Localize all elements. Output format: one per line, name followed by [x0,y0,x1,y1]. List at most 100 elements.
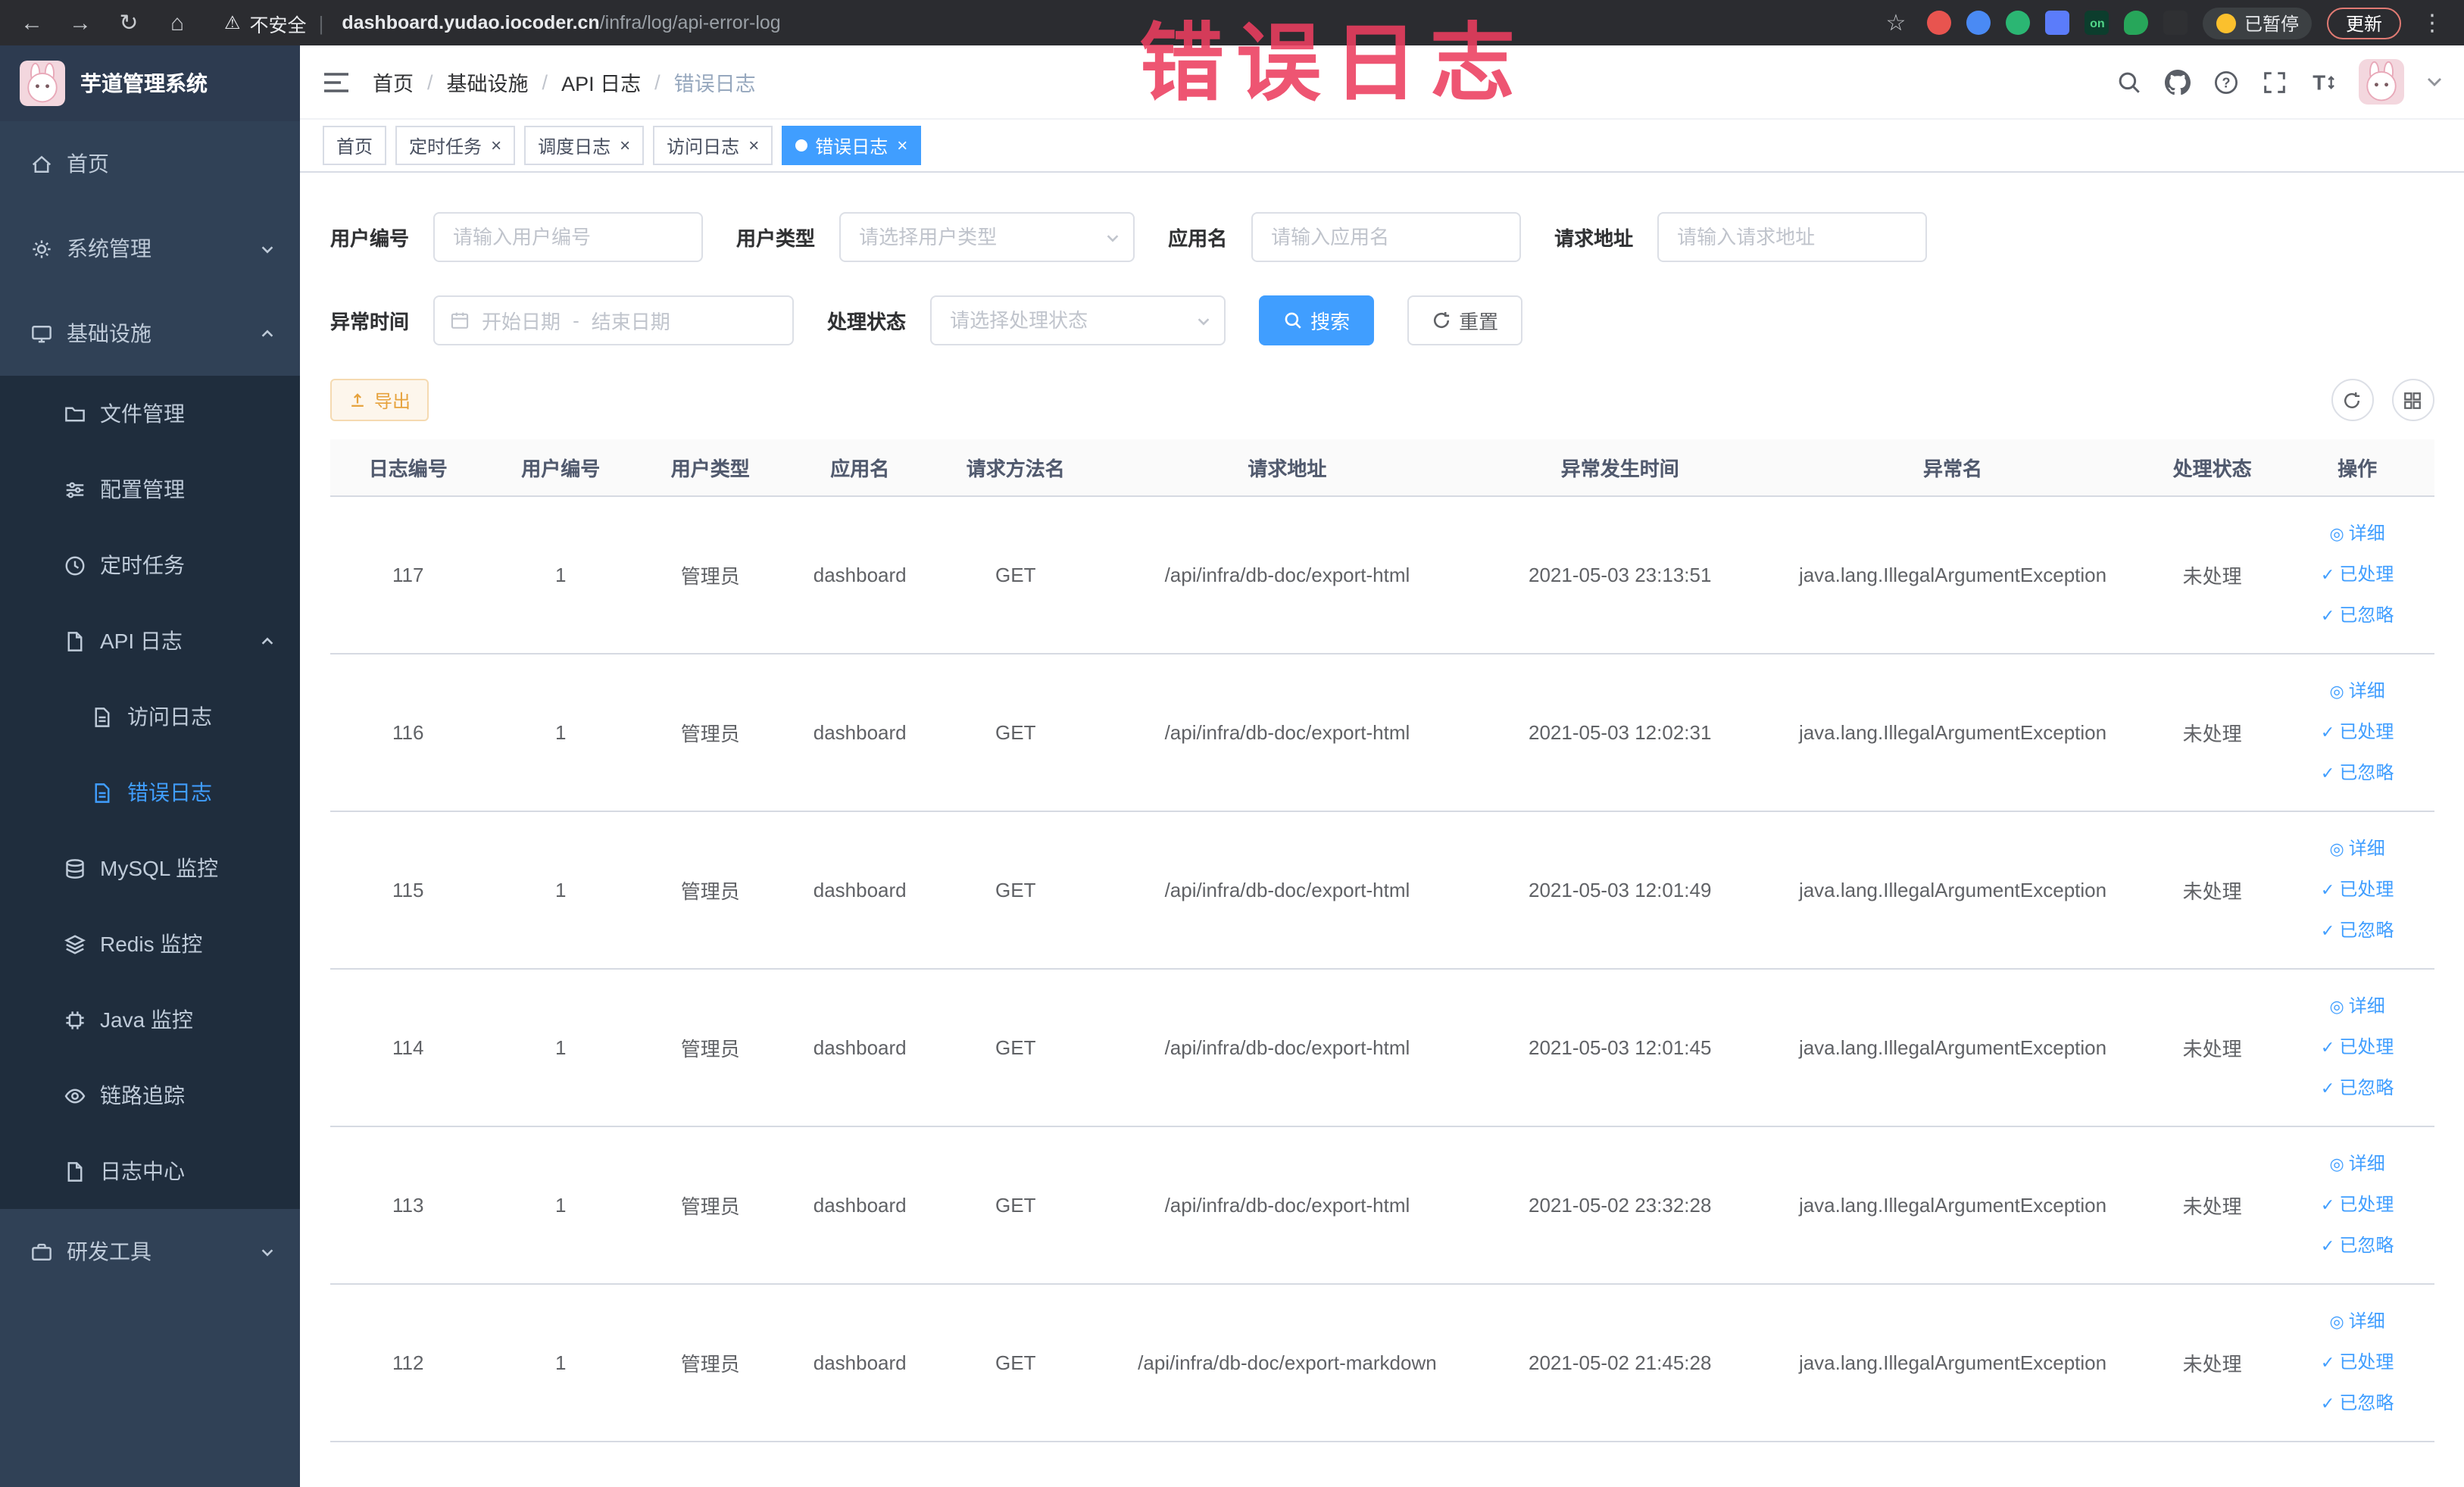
detail-link[interactable]: ◎ 详细 [2290,670,2425,711]
tab-scheduled-jobs[interactable]: 定时任务 × [395,126,516,165]
tab-access-log[interactable]: 访问日志 × [653,126,773,165]
processed-link[interactable]: ✓ 已处理 [2290,1026,2425,1067]
hamburger-icon[interactable] [323,70,350,93]
extension-icon-blue[interactable] [1966,11,1991,35]
sidebar-item-link-tracing[interactable]: 链路追踪 [0,1057,300,1133]
update-button[interactable]: 更新 [2327,7,2400,39]
ignored-link[interactable]: ✓ 已忽略 [2290,910,2425,951]
detail-label: 详细 [2348,837,2385,858]
extension-icon-red[interactable] [1927,11,1952,35]
emoji-face-icon [2216,13,2237,33]
sidebar-item-scheduled-jobs[interactable]: 定时任务 [0,527,300,603]
detail-link[interactable]: ◎ 详细 [2290,513,2425,554]
detail-link[interactable]: ◎ 详细 [2290,986,2425,1026]
page-root: ← → ↻ ⌂ ⚠ 不安全 | dashboard.yudao.iocoder.… [0,0,2464,1487]
search-button[interactable]: 搜索 [1259,295,1375,345]
detail-link[interactable]: ◎ 详细 [2290,1143,2425,1184]
site-security-indicator[interactable]: ⚠ 不安全 | [224,8,326,37]
home-button[interactable]: ⌂ [161,10,194,36]
user-type-select[interactable] [839,212,1135,262]
processed-link[interactable]: ✓ 已处理 [2290,711,2425,752]
reset-button[interactable]: 重置 [1407,295,1523,345]
ignored-link[interactable]: ✓ 已忽略 [2290,1225,2425,1266]
extensions-puzzle-icon[interactable] [2045,11,2070,35]
user-id-input[interactable] [433,212,704,262]
date-range-picker[interactable]: 开始日期 - 结束日期 [433,295,795,345]
user-avatar[interactable] [2358,59,2403,105]
browser-menu-kebab-icon[interactable]: ⋮ [2416,9,2449,36]
tab-error-log[interactable]: 错误日志 × [782,126,922,165]
back-button[interactable]: ← [15,10,48,36]
sidebar-item-redis-monitor[interactable]: Redis 监控 [0,906,300,982]
reload-button[interactable]: ↻ [112,9,145,36]
processed-link[interactable]: ✓ 已处理 [2290,1184,2425,1225]
sidebar-item-dev-tools[interactable]: 研发工具 [0,1209,300,1294]
sidebar-item-file-management[interactable]: 文件管理 [0,376,300,451]
sidebar-item-system[interactable]: 系统管理 [0,206,300,291]
help-icon[interactable]: ? [2213,69,2238,95]
close-icon[interactable]: × [897,135,907,156]
processed-link[interactable]: ✓ 已处理 [2290,869,2425,910]
tab-home[interactable]: 首页 [323,126,387,165]
main-panel: 首页 / 基础设施 / API 日志 / 错误日志 ? T 首页 定时任务 × … [300,45,2464,1487]
processed-link[interactable]: ✓ 已处理 [2290,554,2425,595]
cell-log-id: 115 [330,811,486,969]
filter-request-url: 请求地址 [1554,212,1928,262]
search-icon[interactable] [2116,69,2141,95]
breadcrumb-item[interactable]: 基础设施 [447,67,529,97]
sidebar-item-java-monitor[interactable]: Java 监控 [0,982,300,1057]
detail-link[interactable]: ◎ 详细 [2290,828,2425,869]
tab-dispatch-log[interactable]: 调度日志 × [524,126,645,165]
cell-exception-name: java.lang.IllegalArgumentException [1762,968,2144,1126]
app-logo[interactable]: 芋道管理系统 [0,45,300,121]
chevron-down-icon [1104,229,1121,245]
ignored-link[interactable]: ✓ 已忽略 [2290,752,2425,793]
sidebar-item-home[interactable]: 首页 [0,121,300,206]
paused-badge[interactable]: 已暂停 [2203,7,2313,39]
bookmark-star-icon[interactable]: ☆ [1879,9,1913,36]
view-icon: ◎ [2329,998,2344,1016]
close-icon[interactable]: × [491,135,501,156]
breadcrumb-item[interactable]: 首页 [373,67,414,97]
sidebar-item-access-log[interactable]: 访问日志 [0,679,300,754]
sidebar-item-error-log[interactable]: 错误日志 [0,754,300,830]
sidebar-item-label: 首页 [67,152,109,176]
sidebar-item-infra[interactable]: 基础设施 [0,291,300,376]
status-select[interactable] [930,295,1226,345]
sidebar-item-label: 研发工具 [67,1239,151,1264]
sidebar-item-mysql-monitor[interactable]: MySQL 监控 [0,830,300,906]
refresh-button[interactable] [2331,379,2373,421]
column-settings-button[interactable] [2391,379,2434,421]
document-icon [64,1160,86,1182]
app-name-input[interactable] [1251,212,1522,262]
processed-label: 已处理 [2339,1193,2394,1214]
processed-link[interactable]: ✓ 已处理 [2290,1342,2425,1382]
gear-icon [30,237,53,260]
extension-icon-dark[interactable] [2163,11,2188,35]
address-bar[interactable]: dashboard.yudao.iocoder.cn/infra/log/api… [342,12,780,33]
export-button[interactable]: 导出 [330,379,429,421]
export-button-label: 导出 [374,390,411,411]
extension-icon-green[interactable] [2006,11,2031,35]
cell-actions: ◎ 详细 ✓ 已处理 ✓ 已忽略 [2281,495,2434,654]
breadcrumb-item[interactable]: API 日志 [561,67,641,97]
detail-link[interactable]: ◎ 详细 [2290,1301,2425,1342]
ignored-link[interactable]: ✓ 已忽略 [2290,1382,2425,1423]
extension-on-badge[interactable]: on [2085,11,2110,35]
ignored-link[interactable]: ✓ 已忽略 [2290,1067,2425,1108]
github-icon[interactable] [2164,69,2190,95]
sidebar-item-config-management[interactable]: 配置管理 [0,451,300,527]
close-icon[interactable]: × [748,135,759,156]
font-size-icon[interactable]: T [2309,69,2335,95]
request-url-input[interactable] [1657,212,1928,262]
sidebar-item-log-center[interactable]: 日志中心 [0,1133,300,1209]
extension-icon-leaf[interactable] [2124,11,2149,35]
cell-user-type: 管理员 [636,495,785,654]
cell-actions: ◎ 详细 ✓ 已处理 ✓ 已忽略 [2281,968,2434,1126]
forward-button[interactable]: → [64,10,97,36]
close-icon[interactable]: × [620,135,630,156]
avatar-caret-icon[interactable] [2426,77,2441,86]
ignored-link[interactable]: ✓ 已忽略 [2290,595,2425,636]
fullscreen-icon[interactable] [2261,69,2287,95]
sidebar-item-api-log[interactable]: API 日志 [0,603,300,679]
